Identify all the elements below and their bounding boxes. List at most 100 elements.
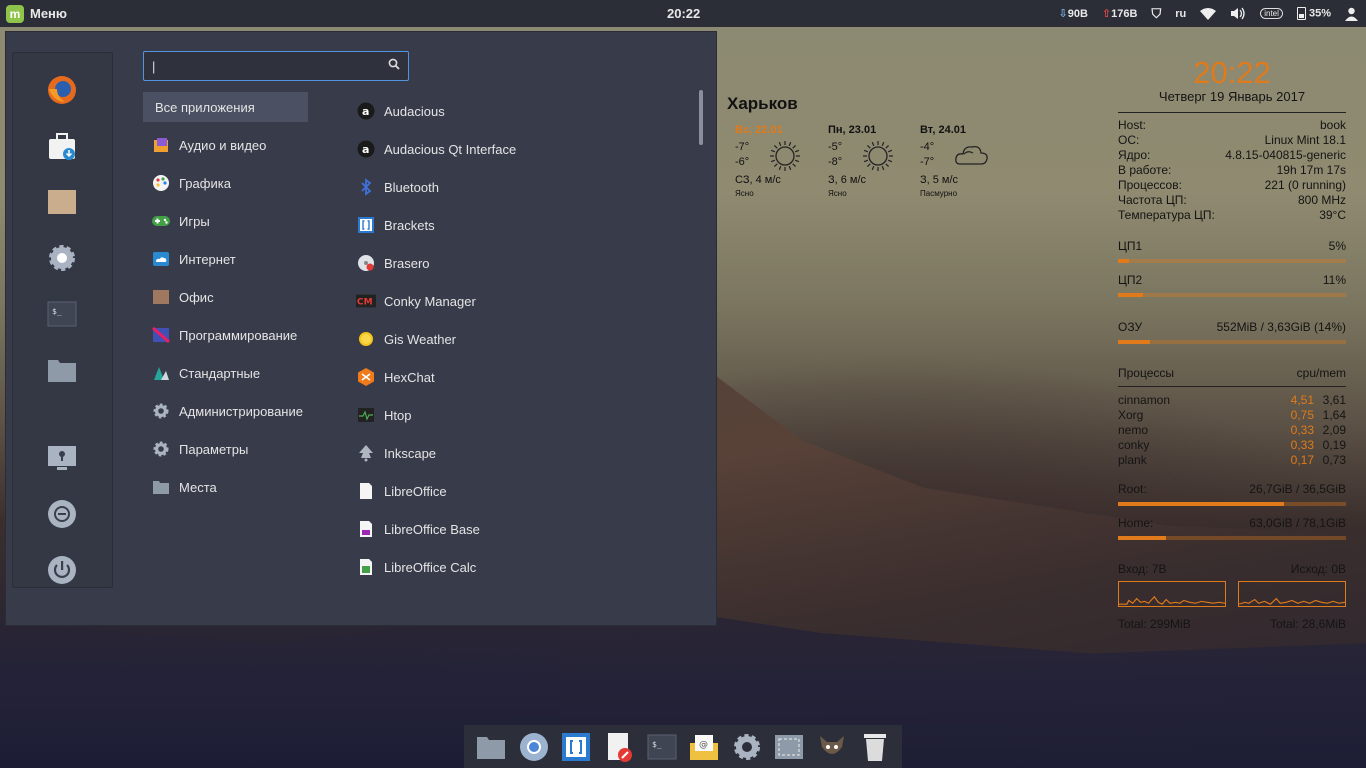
- dock-screenshot-icon[interactable]: [773, 731, 805, 763]
- lock-screen-icon[interactable]: [47, 443, 77, 473]
- sysinfo-row: Host: book: [1118, 118, 1346, 133]
- process-cpu: 0,75: [1290, 408, 1314, 422]
- weather-condition: Ясно: [735, 189, 754, 198]
- audacious-icon: a: [356, 139, 376, 159]
- dock-brackets-icon[interactable]: [560, 731, 592, 763]
- dock-text-editor-icon[interactable]: [603, 731, 635, 763]
- keyboard-layout[interactable]: ru: [1175, 8, 1186, 20]
- app-item[interactable]: Brasero: [356, 244, 686, 282]
- process-row: conky 0,33 0,19: [1118, 438, 1346, 453]
- sysinfo-block: Host: book ОС: Linux Mint 18.1 Ядро: 4.8.15-0…: [1118, 118, 1346, 223]
- app-item[interactable]: Inkscape: [356, 434, 686, 472]
- cloud-icon: [151, 250, 171, 268]
- gear-icon: [151, 402, 171, 420]
- svg-text:$_: $_: [52, 307, 62, 316]
- sysinfo-key: Температура ЦП:: [1118, 208, 1215, 222]
- app-item[interactable]: HexChat: [356, 358, 686, 396]
- category-item[interactable]: Игры: [143, 202, 313, 240]
- settings-gear-icon[interactable]: [47, 243, 77, 273]
- app-label: Conky Manager: [384, 293, 476, 309]
- category-label: Игры: [179, 213, 210, 229]
- dock-terminal-icon[interactable]: $_: [646, 731, 678, 763]
- net-graphs: [1118, 581, 1346, 607]
- app-item[interactable]: CM Conky Manager: [356, 282, 686, 320]
- menu-button[interactable]: m Меню: [0, 0, 67, 27]
- bluetooth-icon: [356, 177, 376, 197]
- weather-day: Вт, 24.01 -4° -7° З, 5 м/с Пасмурно: [920, 124, 1010, 198]
- sysinfo-value: 39°C: [1319, 208, 1346, 222]
- cloud-icon: [954, 140, 990, 171]
- battery-indicator[interactable]: 35%: [1296, 7, 1331, 20]
- arrow-up-icon: ⇧: [1101, 8, 1112, 20]
- ram-value: 552MiB / 3,63GiB (14%): [1216, 320, 1346, 334]
- cpu-chip-label[interactable]: intel: [1260, 8, 1283, 19]
- sysinfo-value: book: [1319, 118, 1346, 132]
- software-manager-icon[interactable]: [47, 131, 77, 161]
- sun-icon: [769, 140, 801, 175]
- app-item[interactable]: Htop: [356, 396, 686, 434]
- logout-icon[interactable]: [47, 499, 77, 529]
- document-icon: [356, 481, 376, 501]
- wifi-icon[interactable]: [1200, 7, 1217, 20]
- dock-files-icon[interactable]: [475, 731, 507, 763]
- ram-label: ОЗУ: [1118, 320, 1143, 334]
- category-item[interactable]: Администрирование: [143, 392, 313, 430]
- proc-header-label: Процессы: [1118, 366, 1175, 380]
- net-up-indicator[interactable]: ⇧176B: [1102, 7, 1138, 20]
- category-item[interactable]: Места: [143, 468, 313, 506]
- category-item[interactable]: Программирование: [143, 316, 313, 354]
- category-label: Все приложения: [155, 99, 255, 115]
- category-item[interactable]: Параметры: [143, 430, 313, 468]
- dock-chromium-icon[interactable]: [518, 731, 550, 763]
- category-item[interactable]: Аудио и видео: [143, 126, 313, 164]
- terminal-icon[interactable]: $_: [47, 299, 77, 329]
- shield-icon[interactable]: ⛉: [1151, 6, 1161, 22]
- folder-icon[interactable]: [47, 187, 77, 217]
- sysinfo-row: В работе: 19h 17m 17s: [1118, 163, 1346, 178]
- conky-date: Четверг 19 Январь 2017: [1158, 89, 1306, 104]
- user-icon[interactable]: [1345, 7, 1358, 21]
- category-list: Все приложения Аудио и видео Графика Игры Ин…: [143, 92, 313, 506]
- process-name: nemo: [1118, 423, 1149, 437]
- net-up-value: 176B: [1111, 8, 1138, 20]
- weather-date: Вт, 24.01: [920, 124, 966, 136]
- app-item[interactable]: Brackets: [356, 206, 686, 244]
- volume-icon[interactable]: [1230, 7, 1246, 20]
- files-folder-icon[interactable]: [47, 355, 77, 385]
- process-row: nemo 0,33 2,09: [1118, 423, 1346, 438]
- category-item[interactable]: Офис: [143, 278, 313, 316]
- dock-gimp-icon[interactable]: [816, 731, 848, 763]
- dock-mail-icon[interactable]: @: [688, 731, 720, 763]
- process-name: conky: [1118, 438, 1150, 452]
- app-item[interactable]: a Audacious: [356, 92, 686, 130]
- ram-bar: [1118, 340, 1346, 344]
- power-icon[interactable]: [47, 555, 77, 585]
- app-item[interactable]: LibreOffice Base: [356, 510, 686, 548]
- process-list: cinnamon 4,51 3,61 Xorg 0,75 1,64 nemo 0,33 2,09…: [1118, 393, 1346, 468]
- app-list-scrollbar[interactable]: [699, 90, 703, 145]
- search-icon[interactable]: [388, 58, 400, 73]
- category-item[interactable]: Стандартные: [143, 354, 313, 392]
- search-input[interactable]: |: [143, 51, 409, 81]
- root-row: Root: 26,7GiB / 36,5GiB: [1118, 482, 1346, 497]
- panel-clock[interactable]: 20:22: [667, 6, 700, 21]
- dock-settings-icon[interactable]: [731, 731, 763, 763]
- category-item[interactable]: Графика: [143, 164, 313, 202]
- firefox-icon[interactable]: [47, 75, 77, 105]
- net-down-indicator[interactable]: ⇩90B: [1059, 7, 1088, 20]
- app-label: Audacious: [384, 103, 445, 119]
- app-item[interactable]: Bluetooth: [356, 168, 686, 206]
- dock-trash-icon[interactable]: [859, 731, 891, 763]
- category-label: Офис: [179, 289, 214, 305]
- audio-video-icon: [151, 136, 171, 154]
- category-all[interactable]: Все приложения: [143, 92, 308, 122]
- app-item[interactable]: LibreOffice Calc: [356, 548, 686, 586]
- briefcase-icon: [151, 288, 171, 306]
- cpu1-value: 5%: [1328, 239, 1346, 253]
- app-item[interactable]: Gis Weather: [356, 320, 686, 358]
- category-item[interactable]: Интернет: [143, 240, 313, 278]
- app-item[interactable]: LibreOffice: [356, 472, 686, 510]
- process-mem: 0,19: [1322, 438, 1346, 452]
- app-item[interactable]: a Audacious Qt Interface: [356, 130, 686, 168]
- sysinfo-key: Host:: [1118, 118, 1147, 132]
